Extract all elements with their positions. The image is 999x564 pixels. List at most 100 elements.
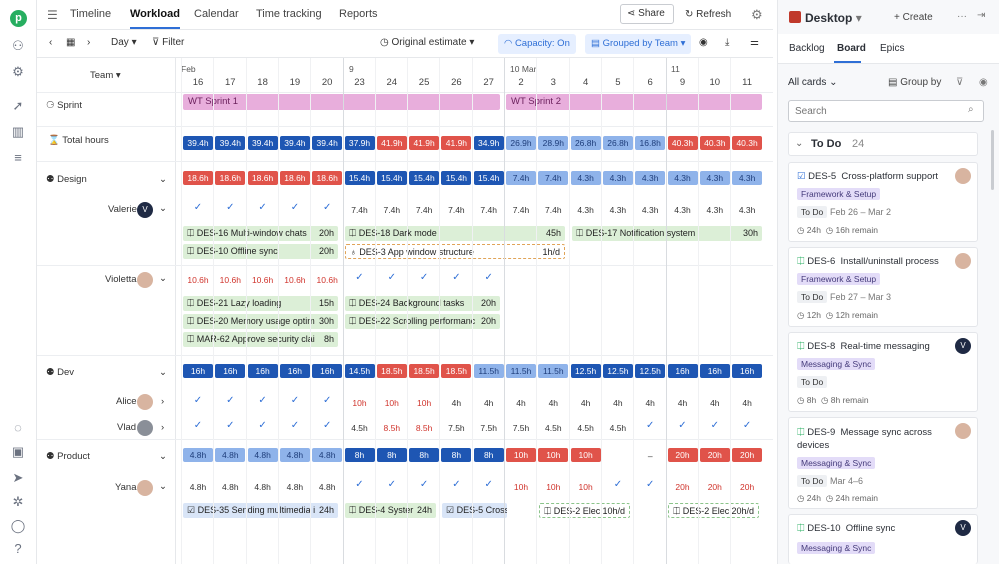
group-design[interactable]: ⚉ Design [46,174,87,185]
filter-icon[interactable]: ⊽ [956,77,963,88]
hours-text: 7.4h [448,205,465,215]
bookmark-icon: ⎅ [187,228,197,238]
task-bar[interactable]: ⎅ DES-21 Lazy loading 15h [183,296,338,311]
hours-text: 4.3h [609,205,627,215]
tab-calendar[interactable]: Calendar [194,8,239,20]
app-logo-icon[interactable]: p [10,10,27,27]
check-icon: ✓ [226,395,235,406]
board-card[interactable]: ☑ DES-5 Cross-platform support Framework… [788,162,978,242]
sliders-icon[interactable]: ⚌ [750,37,759,48]
design-hours-cell: 18.6h [279,171,310,185]
board-card[interactable]: ⎅ DES-8 Real-time messaging V Messaging … [788,332,978,412]
book-icon[interactable]: ▥ [10,124,26,140]
list-icon[interactable]: ≡ [10,150,26,166]
bookmark-icon: ⎅ [576,228,586,238]
design-hours-cell: 15.4h [441,171,472,185]
chevron-down-icon[interactable]: ⌄ [159,367,167,378]
estimate-select[interactable]: ◷ Original estimate ▾ [380,37,474,48]
day-number: 11 [742,77,753,88]
check-icon: ✓ [355,479,364,490]
chevron-down-icon[interactable]: ⌄ [159,481,167,492]
hours-text: 4h [645,398,655,408]
capacity-toggle[interactable]: ◠ Capacity: On [498,34,576,54]
product-hours-cell: 10h [538,448,569,462]
menu-icon[interactable]: ☰ [47,8,58,22]
chevron-down-icon[interactable]: ⌄ [159,273,167,284]
share-button[interactable]: ⋖ Share [620,4,674,24]
scrollbar[interactable] [991,130,994,190]
tab-backlog[interactable]: Backlog [789,43,825,54]
chat-icon[interactable]: ◌ [10,420,26,436]
task-bar[interactable]: ⎅ DES-20 Memory usage optim 30h [183,314,338,329]
chevron-down-icon[interactable]: ⌄ [159,174,167,185]
puzzle-icon[interactable]: ✲ [10,494,26,510]
task-bar[interactable]: ⎅ DES-18 Dark mode 45h [345,226,565,241]
todo-column-header[interactable]: ⌄ To Do 24 [788,132,978,156]
bookmark-icon: ⎅ [797,427,808,438]
design-hours-cell: 7.4h [538,171,569,185]
group-product[interactable]: ⚉ Product [46,451,90,462]
board-card[interactable]: ⎅ DES-10 Offline sync V Messaging & Sync [788,514,978,564]
filter-button[interactable]: ⊽ Filter [152,37,184,48]
avatar: V [137,202,153,218]
hours-text: 4.5h [351,423,368,433]
sprint-bar-1[interactable]: WT Sprint 1 [183,94,500,110]
create-button[interactable]: + Create [894,12,933,23]
chevron-down-icon[interactable]: ⌄ [159,451,167,462]
allcards-select[interactable]: All cards ⌄ [788,77,838,88]
tab-workload[interactable]: Workload [130,8,180,29]
message-icon[interactable]: ◯ [10,518,26,534]
task-bar[interactable]: ⎅ DES-24 Background tasks 20h [345,296,500,311]
contacts-icon[interactable]: ▣ [10,444,26,460]
task-bar[interactable]: ⎅ DES-2 Elec 20h/d [668,503,759,518]
team-icon[interactable]: ⚇ [10,38,26,54]
collapse-panel-icon[interactable]: ⇥ [977,10,985,21]
more-icon[interactable]: ··· [957,11,967,22]
next-icon[interactable]: › [87,37,90,48]
project-title[interactable]: Desktop ▾ [805,11,862,25]
range-select[interactable]: Day ▾ [111,37,137,48]
rocket-icon[interactable]: ➚ [10,98,26,114]
task-bar[interactable]: ⎅ DES-16 Multi-window chats 20h [183,226,338,241]
send-icon[interactable]: ➤ [10,470,26,486]
prev-icon[interactable]: ‹ [49,37,52,48]
tab-timeline[interactable]: Timeline [70,8,111,20]
member-yana: Yana [115,482,137,493]
eye-icon[interactable]: ◉ [979,77,988,88]
task-bar[interactable]: ☑ DES-35 Sending multimedia i 24h [183,503,338,518]
team-header[interactable]: Team ▾ [90,70,121,81]
hours-text: 10.6h [219,275,241,285]
hours-text: 10.6h [284,275,306,285]
task-bar[interactable]: ♁ DES-3 App window structure 1h/d [345,244,565,259]
tab-epics[interactable]: Epics [880,43,904,54]
dev-hours-cell: 16h [667,364,698,378]
grouped-select[interactable]: ▤ Grouped by Team ▾ [585,34,692,54]
settings-icon[interactable]: ⚙ [10,64,26,80]
group-dev[interactable]: ⚉ Dev [46,367,74,378]
workload-grid: Feb 9 10 Mar 11 WT Sprint 1 WT Sprint 2 … [176,58,773,564]
gear-icon[interactable]: ⚙ [751,7,763,23]
help-icon[interactable]: ? [10,541,26,557]
product-hours-cell: 4.8h [183,448,213,462]
task-bar[interactable]: ⎅ DES-2 Elec 10h/d [539,503,630,518]
task-bar[interactable]: ⎅ DES-22 Scrolling performanc 20h [345,314,500,329]
chevron-down-icon[interactable]: ⌄ [159,203,167,214]
calendar-icon[interactable]: ▦ [66,37,75,48]
chevron-right-icon[interactable]: › [161,422,164,433]
board-card[interactable]: ⎅ DES-9 Message sync across devices Messa… [788,417,978,509]
tab-board[interactable]: Board [837,43,866,54]
search-input[interactable] [788,100,984,122]
board-card[interactable]: ⎅ DES-6 Install/uninstall process Framew… [788,247,978,327]
task-bar[interactable]: ☑ DES-5 Cross- [442,503,507,518]
chevron-right-icon[interactable]: › [161,396,164,407]
refresh-button[interactable]: ↻ Refresh [685,9,731,20]
hours-text: 4h [548,398,559,408]
tab-time-tracking[interactable]: Time tracking [256,8,322,20]
tab-reports[interactable]: Reports [339,8,378,20]
task-bar[interactable]: ⎅ DES-4 Syster 24h [345,503,436,518]
task-bar[interactable]: ⎅ MAR-62 Approve security clai 8h [183,332,338,347]
download-icon[interactable]: ⤓ [725,37,729,48]
eye-icon[interactable]: ◉ [699,37,708,48]
groupby-button[interactable]: ▤ Group by [888,77,941,88]
task-bar[interactable]: ⎅ DES-10 Offline sync 20h [183,244,338,259]
